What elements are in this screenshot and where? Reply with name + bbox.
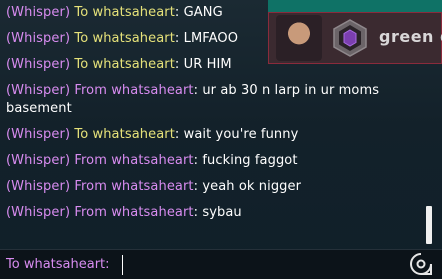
scrollbar-thumb[interactable] bbox=[426, 206, 432, 244]
whisper-tag: (Whisper) bbox=[6, 57, 71, 72]
message-text: : GANG bbox=[174, 5, 223, 20]
whisper-tag: (Whisper) bbox=[6, 31, 71, 46]
sender-name[interactable]: whatsaheart bbox=[111, 179, 193, 194]
sender-name[interactable]: whatsaheart bbox=[111, 205, 193, 220]
chat-window: (Whisper) To whatsaheart: GANG (Whisper)… bbox=[0, 0, 442, 279]
direction-label: To bbox=[74, 57, 89, 72]
whisper-tag: (Whisper) bbox=[6, 5, 71, 20]
text-caret bbox=[122, 255, 123, 275]
rank-icon bbox=[333, 19, 367, 57]
sender-name[interactable]: whatsaheart bbox=[92, 57, 174, 72]
avatar bbox=[276, 15, 322, 61]
whisper-tag: (Whisper) bbox=[6, 127, 71, 142]
chat-input-bar[interactable]: To whatsaheart: bbox=[0, 249, 442, 279]
chat-message: (Whisper) From whatsaheart: ur ab 30 n l… bbox=[6, 78, 418, 122]
whisper-tag: (Whisper) bbox=[6, 205, 71, 220]
chat-message: (Whisper) From whatsaheart: fucking fagg… bbox=[6, 148, 418, 174]
message-text: : wait you're funny bbox=[174, 127, 299, 142]
direction-label: From bbox=[74, 83, 107, 98]
overlay-accent-strip bbox=[268, 0, 442, 12]
direction-label: From bbox=[74, 205, 107, 220]
player-name: green d bbox=[379, 27, 442, 46]
direction-label: To bbox=[74, 5, 89, 20]
whisper-tag: (Whisper) bbox=[6, 83, 71, 98]
direction-label: From bbox=[74, 179, 107, 194]
chat-message: (Whisper) From whatsaheart: yeah ok nigg… bbox=[6, 174, 418, 200]
chat-message: (Whisper) To whatsaheart: wait you're fu… bbox=[6, 122, 418, 148]
message-text: : UR HIM bbox=[174, 57, 232, 72]
message-text: : LMFAOO bbox=[174, 31, 239, 46]
input-recipient-prefix: To whatsaheart: bbox=[6, 257, 110, 272]
direction-label: To bbox=[74, 31, 89, 46]
chat-message: (Whisper) From whatsaheart: sybau bbox=[6, 200, 418, 226]
sender-name[interactable]: whatsaheart bbox=[92, 31, 174, 46]
message-text: : fucking faggot bbox=[193, 153, 298, 168]
emote-icon[interactable] bbox=[409, 252, 433, 276]
player-card: green d bbox=[268, 12, 442, 64]
whisper-tag: (Whisper) bbox=[6, 153, 71, 168]
message-text: : yeah ok nigger bbox=[193, 179, 302, 194]
sender-name[interactable]: whatsaheart bbox=[111, 153, 193, 168]
message-text: : sybau bbox=[193, 205, 242, 220]
sender-name[interactable]: whatsaheart bbox=[92, 5, 174, 20]
direction-label: To bbox=[74, 127, 89, 142]
sender-name[interactable]: whatsaheart bbox=[111, 83, 193, 98]
direction-label: From bbox=[74, 153, 107, 168]
whisper-tag: (Whisper) bbox=[6, 179, 71, 194]
sender-name[interactable]: whatsaheart bbox=[92, 127, 174, 142]
